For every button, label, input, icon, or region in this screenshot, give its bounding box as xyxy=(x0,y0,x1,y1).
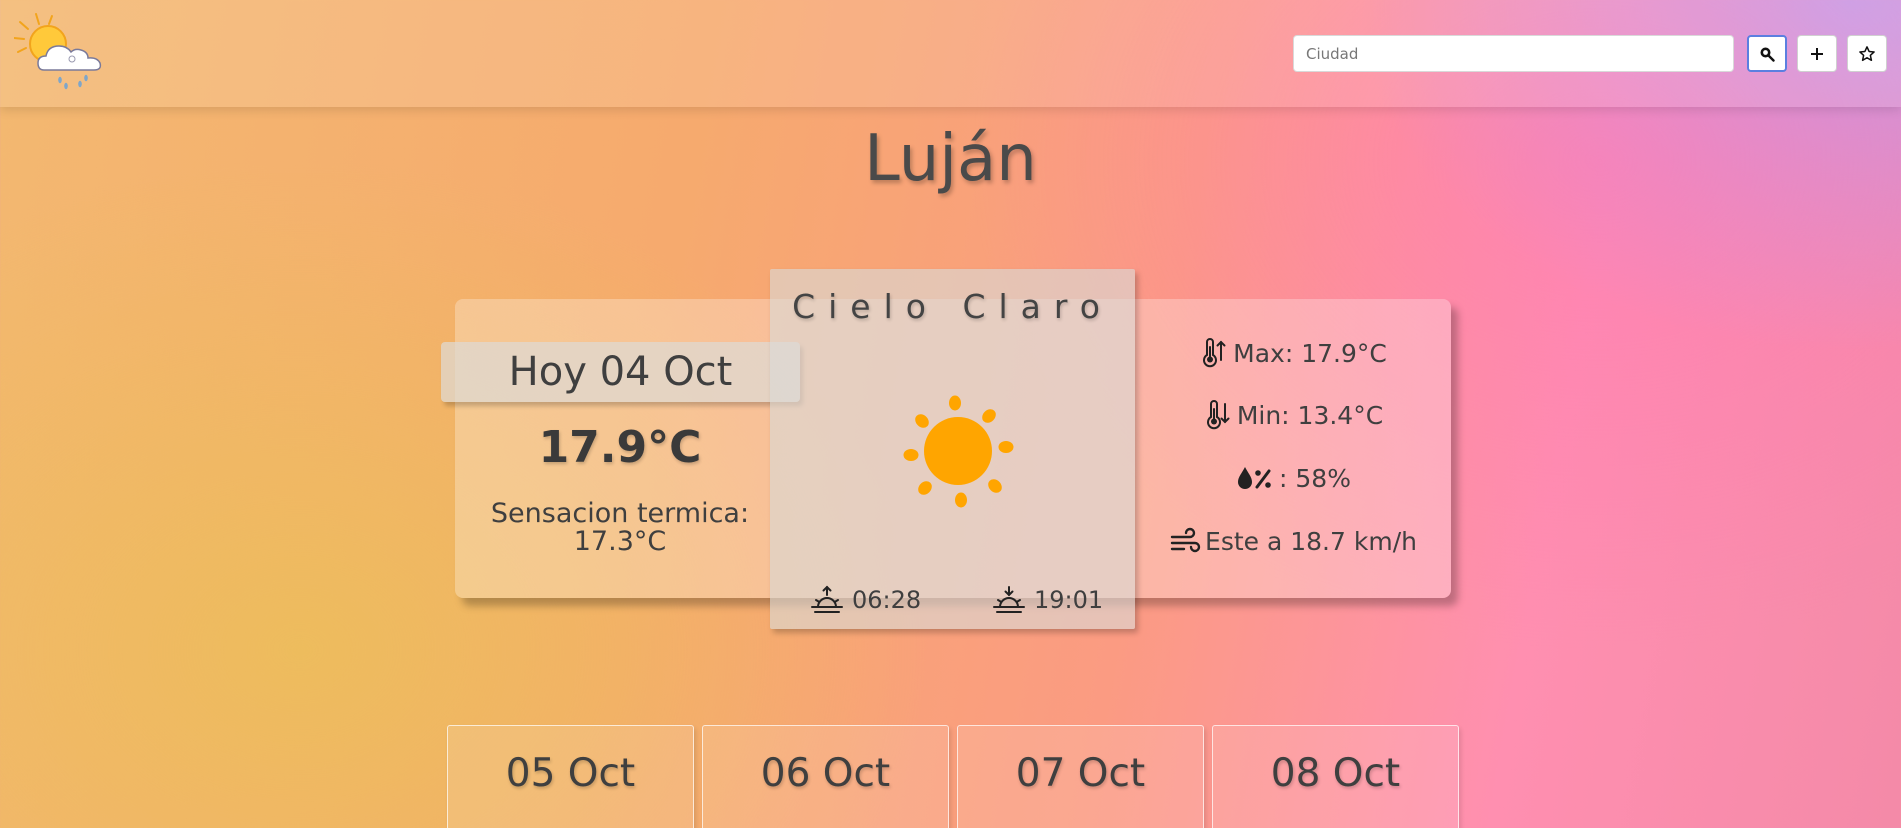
min-temperature-text: Min: 13.4°C xyxy=(1236,400,1384,430)
forecast-day-card[interactable]: 05 Oct xyxy=(447,725,694,828)
search-icon xyxy=(1760,47,1775,62)
sunrise-time: 06:28 xyxy=(852,586,922,614)
city-title: Luján xyxy=(864,122,1037,196)
wind-icon xyxy=(1170,527,1201,553)
sun-icon xyxy=(903,395,1014,508)
favorites-button[interactable] xyxy=(1847,35,1887,72)
current-temperature: 17.9°C xyxy=(538,422,702,473)
plus-icon xyxy=(1811,47,1823,60)
sunset: 19:01 xyxy=(992,585,1103,615)
feels-like-value: 17.3°C xyxy=(573,526,667,557)
sunrise: 06:28 xyxy=(810,585,921,615)
today-date-label: Hoy 04 Oct xyxy=(441,342,800,402)
max-temperature: Max: 17.9°C xyxy=(1135,338,1451,368)
thermometer-up-icon xyxy=(1203,338,1226,368)
sun-cloud-rain-icon[interactable] xyxy=(14,12,118,92)
search-button[interactable] xyxy=(1747,35,1787,72)
forecast-date: 06 Oct xyxy=(760,751,891,796)
condition-text: Cielo Claro xyxy=(792,287,1113,326)
max-temperature-text: Max: 17.9°C xyxy=(1233,338,1387,368)
star-icon xyxy=(1859,45,1875,61)
sunset-icon xyxy=(993,586,1025,613)
sunset-time: 19:01 xyxy=(1034,586,1104,614)
thermometer-down-icon xyxy=(1206,400,1230,430)
forecast-day-card[interactable]: 08 Oct xyxy=(1212,725,1459,828)
city-search-input[interactable] xyxy=(1293,35,1734,72)
wind: Este a 18.7 km/h xyxy=(1135,526,1451,556)
sunrise-icon xyxy=(811,585,843,613)
forecast-date: 05 Oct xyxy=(505,751,636,796)
feels-like: Sensacion termica: 17.3°C xyxy=(455,500,785,556)
condition-card: Cielo Claro 06:28 19:01 xyxy=(770,269,1135,629)
forecast-day-card[interactable]: 06 Oct xyxy=(702,725,949,828)
humidity: : 58% xyxy=(1135,463,1451,493)
wind-text: Este a 18.7 km/h xyxy=(1205,526,1417,556)
top-navbar xyxy=(0,0,1901,107)
forecast-date: 08 Oct xyxy=(1270,751,1401,796)
humidity-text: : 58% xyxy=(1279,463,1351,493)
humidity-icon xyxy=(1238,467,1271,489)
add-favorite-button[interactable] xyxy=(1797,35,1837,72)
forecast-date: 07 Oct xyxy=(1015,751,1146,796)
min-temperature: Min: 13.4°C xyxy=(1135,400,1451,430)
feels-like-label: Sensacion termica: xyxy=(490,498,750,529)
forecast-day-card[interactable]: 07 Oct xyxy=(957,725,1204,828)
